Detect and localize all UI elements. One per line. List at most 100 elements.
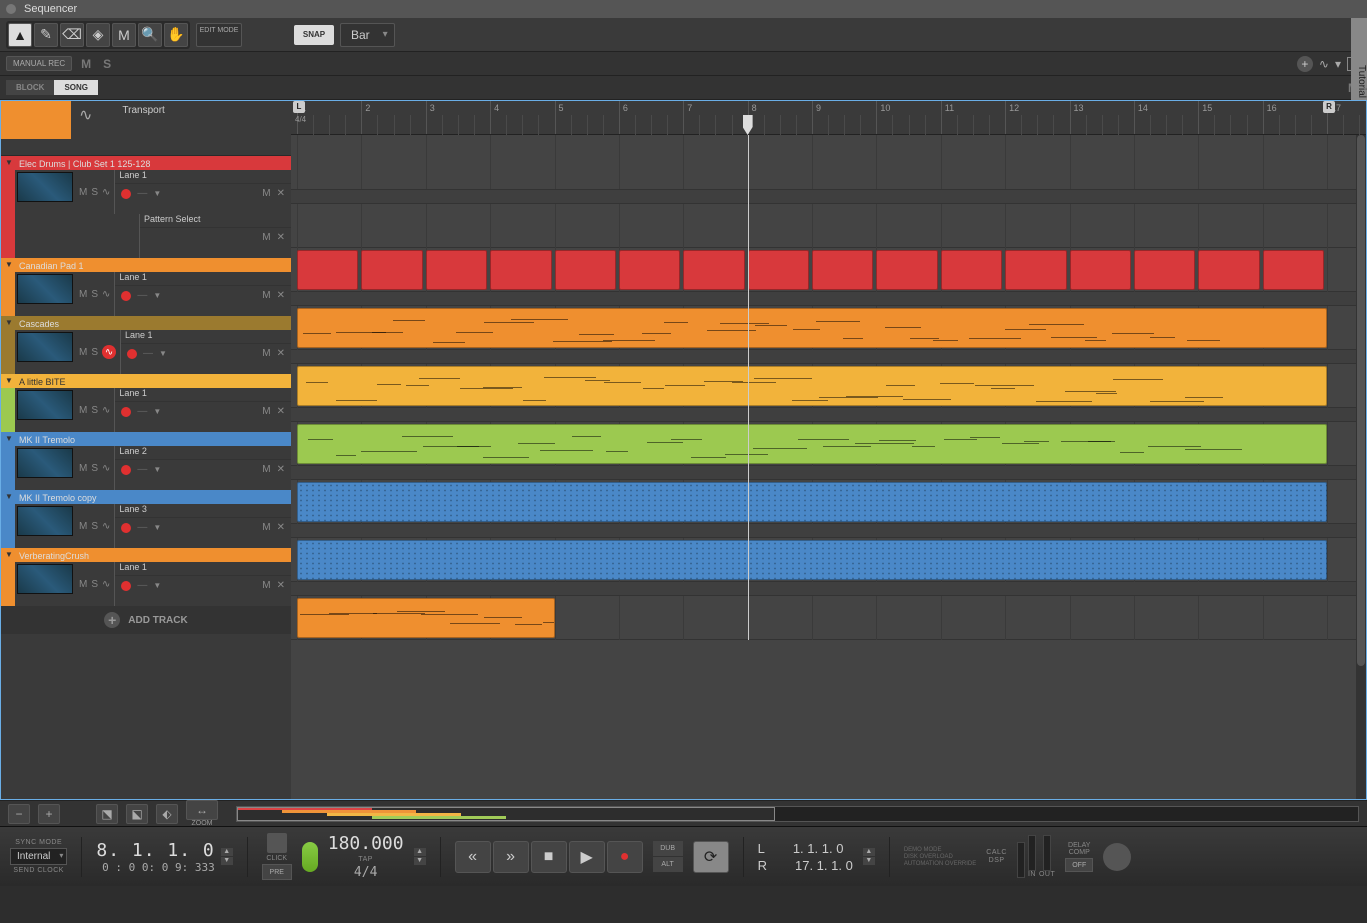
track-title-strip[interactable]: ▼MK II Tremolo copy <box>1 490 291 504</box>
track-collapse-icon[interactable]: ▼ <box>5 376 13 385</box>
delay-comp-toggle[interactable]: OFF <box>1065 858 1093 872</box>
track-solo[interactable]: S <box>91 521 98 532</box>
lane-record-arm[interactable] <box>127 349 137 359</box>
lane-delete-icon[interactable]: ✕ <box>277 522 285 533</box>
clip[interactable] <box>619 250 680 290</box>
lane-mute[interactable]: M <box>262 464 270 475</box>
track-title-strip[interactable]: ▼MK II Tremolo <box>1 432 291 446</box>
track-color-tab[interactable] <box>1 562 15 606</box>
track-title-strip[interactable]: ▼Cascades <box>1 316 291 330</box>
track-solo[interactable]: S <box>91 347 98 358</box>
sync-mode-select[interactable]: Internal <box>10 848 67 865</box>
lane-dropdown-icon[interactable]: ▼ <box>159 349 167 358</box>
lane-delete-icon[interactable]: ✕ <box>277 348 285 359</box>
clip[interactable] <box>297 366 1327 406</box>
global-mute[interactable]: M <box>81 57 91 71</box>
pointer-tool[interactable]: ▲ <box>8 23 32 47</box>
timeline-lane[interactable] <box>291 466 1366 524</box>
lane-dropdown-icon[interactable]: ▼ <box>153 189 161 198</box>
click-icon[interactable] <box>267 833 287 853</box>
lane-delete-icon[interactable]: ✕ <box>277 406 285 417</box>
edit-mode-button[interactable]: EDIT MODE <box>196 23 242 47</box>
loop-l-value[interactable]: 1. 1. 1. 0 <box>793 841 844 856</box>
track-color-tab[interactable] <box>1 504 15 548</box>
mute-tool[interactable]: M <box>112 23 136 47</box>
snap-toggle[interactable]: SNAP <box>294 25 334 45</box>
lane-record-arm[interactable] <box>121 291 131 301</box>
ruler-tick[interactable]: 11 <box>941 101 954 134</box>
tap-label[interactable]: TAP <box>358 856 373 863</box>
lane-record-arm[interactable] <box>121 465 131 475</box>
lane-dropdown-icon[interactable]: ▼ <box>153 291 161 300</box>
ruler-tick[interactable]: 13 <box>1070 101 1084 134</box>
loop-spinner[interactable]: ▲▼ <box>863 848 875 865</box>
track-device-thumbnail[interactable] <box>17 390 73 420</box>
dub-button[interactable]: DUB <box>653 841 683 856</box>
clip[interactable] <box>812 250 873 290</box>
track-solo[interactable]: S <box>91 405 98 416</box>
track-color-tab[interactable] <box>1 101 71 139</box>
track-header[interactable]: ▼CascadesMS∿Lane 1—▼M✕ <box>1 316 291 374</box>
zoom-preset-1[interactable]: ⬔ <box>96 804 118 824</box>
lane-delete-icon[interactable]: ✕ <box>277 464 285 475</box>
timeline-lane[interactable] <box>291 524 1366 582</box>
track-color-tab[interactable] <box>1 388 15 432</box>
lane-mute[interactable]: M <box>262 290 270 301</box>
track-collapse-icon[interactable]: ▼ <box>5 318 13 327</box>
zoom-preset-2[interactable]: ⬕ <box>126 804 148 824</box>
add-track-button[interactable]: +ADD TRACK <box>1 606 291 634</box>
lane-mute[interactable]: M <box>262 232 270 243</box>
lane-record-arm[interactable] <box>121 581 131 591</box>
zoom-in-button[interactable]: + <box>38 804 60 824</box>
ruler[interactable]: 12345678910111213141516174/4LR <box>291 101 1366 135</box>
lane-mute[interactable]: M <box>262 188 270 199</box>
timeline-lane[interactable] <box>291 248 1366 292</box>
lane-name[interactable]: Lane 1 <box>115 170 291 184</box>
zoom-preset-3[interactable]: ⬖ <box>156 804 178 824</box>
clip[interactable] <box>748 250 809 290</box>
lane-delete-icon[interactable]: ✕ <box>277 290 285 301</box>
timeline-lane[interactable] <box>291 582 1366 640</box>
track-header[interactable]: ▼Canadian Pad 1MS∿Lane 1—▼M✕ <box>1 258 291 316</box>
navigator-view-handle[interactable] <box>237 807 775 821</box>
clip[interactable] <box>297 308 1327 348</box>
track-device-thumbnail[interactable] <box>17 448 73 478</box>
track-solo[interactable]: S <box>91 187 98 198</box>
track-device-thumbnail[interactable] <box>17 332 73 362</box>
lane-delete-icon[interactable]: ✕ <box>277 232 285 243</box>
lane-dropdown-icon[interactable]: ▼ <box>153 465 161 474</box>
position-bars[interactable]: 8. 1. 1. 0 <box>96 840 214 861</box>
ruler-tick[interactable]: 10 <box>876 101 890 134</box>
lane-record-arm[interactable] <box>121 407 131 417</box>
playhead-line[interactable] <box>748 135 749 640</box>
lane-delete-icon[interactable]: ✕ <box>277 188 285 199</box>
track-header[interactable]: ∿Transport <box>1 101 291 156</box>
tempo-spinner[interactable]: ▲▼ <box>414 848 426 865</box>
track-mute[interactable]: M <box>79 347 87 358</box>
clip[interactable] <box>297 540 1327 580</box>
track-header[interactable]: ▼Elec Drums | Club Set 1 125-128MS∿Lane … <box>1 156 291 258</box>
zoom-horizontal[interactable]: ↔ <box>186 800 218 820</box>
clip[interactable] <box>1070 250 1131 290</box>
clip[interactable] <box>1263 250 1324 290</box>
track-collapse-icon[interactable]: ▼ <box>5 434 13 443</box>
magnify-tool[interactable]: 🔍 <box>138 23 162 47</box>
pencil-tool[interactable]: ✎ <box>34 23 58 47</box>
razor-tool[interactable]: ◈ <box>86 23 110 47</box>
track-header[interactable]: ▼MK II TremoloMS∿Lane 2—▼M✕ <box>1 432 291 490</box>
track-automation-icon[interactable]: ∿ <box>102 345 116 359</box>
track-title-strip[interactable]: ▼Elec Drums | Club Set 1 125-128 <box>1 156 291 170</box>
track-collapse-icon[interactable]: ▼ <box>5 550 13 559</box>
lane-dropdown-icon[interactable]: ▼ <box>153 407 161 416</box>
reason-logo-icon[interactable] <box>1103 843 1131 871</box>
track-collapse-icon[interactable]: ▼ <box>5 492 13 501</box>
ruler-tick[interactable]: 9 <box>812 101 821 134</box>
loop-r-value[interactable]: 17. 1. 1. 0 <box>795 858 853 873</box>
block-tab[interactable]: BLOCK <box>6 80 54 95</box>
track-color-tab[interactable] <box>1 170 15 214</box>
hand-tool[interactable]: ✋ <box>164 23 188 47</box>
ruler-tick[interactable]: 14 <box>1134 101 1148 134</box>
ruler-tick[interactable]: 16 <box>1263 101 1277 134</box>
pre-button[interactable]: PRE <box>262 864 292 880</box>
eraser-tool[interactable]: ⌫ <box>60 23 84 47</box>
